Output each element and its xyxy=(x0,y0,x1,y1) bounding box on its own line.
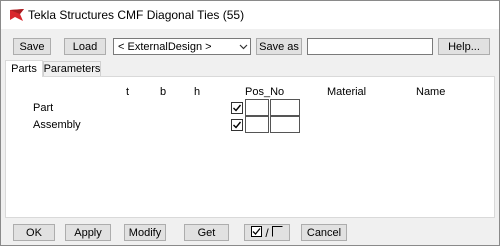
cancel-button[interactable]: Cancel xyxy=(301,224,347,241)
part-prefix-input[interactable] xyxy=(246,100,268,115)
load-button[interactable]: Load xyxy=(64,38,106,55)
save-as-name-input[interactable] xyxy=(308,39,432,54)
toggle-separator: / xyxy=(265,225,269,240)
dialog-window: Tekla Structures CMF Diagonal Ties (55) … xyxy=(0,0,500,246)
part-pos-checkbox[interactable] xyxy=(231,102,243,114)
modify-button[interactable]: Modify xyxy=(124,224,166,241)
checkmark-icon xyxy=(233,121,242,129)
toggle-all-checkboxes-button[interactable]: / xyxy=(244,224,290,241)
part-prefix-field[interactable] xyxy=(245,99,269,116)
column-header-pos-no: Pos_No xyxy=(245,86,285,98)
chevron-down-icon xyxy=(236,39,250,54)
row-label-assembly: Assembly xyxy=(33,119,81,131)
unchecked-box-icon xyxy=(271,225,283,240)
tab-parameters[interactable]: Parameters xyxy=(43,61,101,76)
tekla-logo-icon xyxy=(9,8,25,22)
column-header-b: b xyxy=(160,86,167,98)
part-start-number-field[interactable] xyxy=(270,99,300,116)
apply-button[interactable]: Apply xyxy=(65,224,111,241)
tab-parts[interactable]: Parts xyxy=(5,60,43,77)
checked-box-icon xyxy=(251,225,263,240)
title-bar: Tekla Structures CMF Diagonal Ties (55) xyxy=(1,1,499,29)
assembly-start-number-input[interactable] xyxy=(271,117,299,132)
save-as-name-field[interactable] xyxy=(307,38,433,55)
row-label-part: Part xyxy=(33,102,54,114)
assembly-pos-checkbox[interactable] xyxy=(231,119,243,131)
save-as-button[interactable]: Save as xyxy=(256,38,302,55)
column-header-name: Name xyxy=(416,86,446,98)
get-button[interactable]: Get xyxy=(184,224,229,241)
ok-button[interactable]: OK xyxy=(13,224,55,241)
assembly-prefix-input[interactable] xyxy=(246,117,268,132)
column-header-t: t xyxy=(126,86,130,98)
column-header-h: h xyxy=(194,86,201,98)
checkmark-icon xyxy=(233,104,242,112)
part-start-number-input[interactable] xyxy=(271,100,299,115)
assembly-prefix-field[interactable] xyxy=(245,116,269,133)
window-title: Tekla Structures CMF Diagonal Ties (55) xyxy=(28,8,245,22)
preset-select[interactable]: < ExternalDesign > xyxy=(113,38,251,55)
column-header-material: Material xyxy=(327,86,367,98)
assembly-start-number-field[interactable] xyxy=(270,116,300,133)
help-button[interactable]: Help... xyxy=(438,38,490,55)
save-button[interactable]: Save xyxy=(13,38,51,55)
preset-select-value: < ExternalDesign > xyxy=(118,40,212,53)
